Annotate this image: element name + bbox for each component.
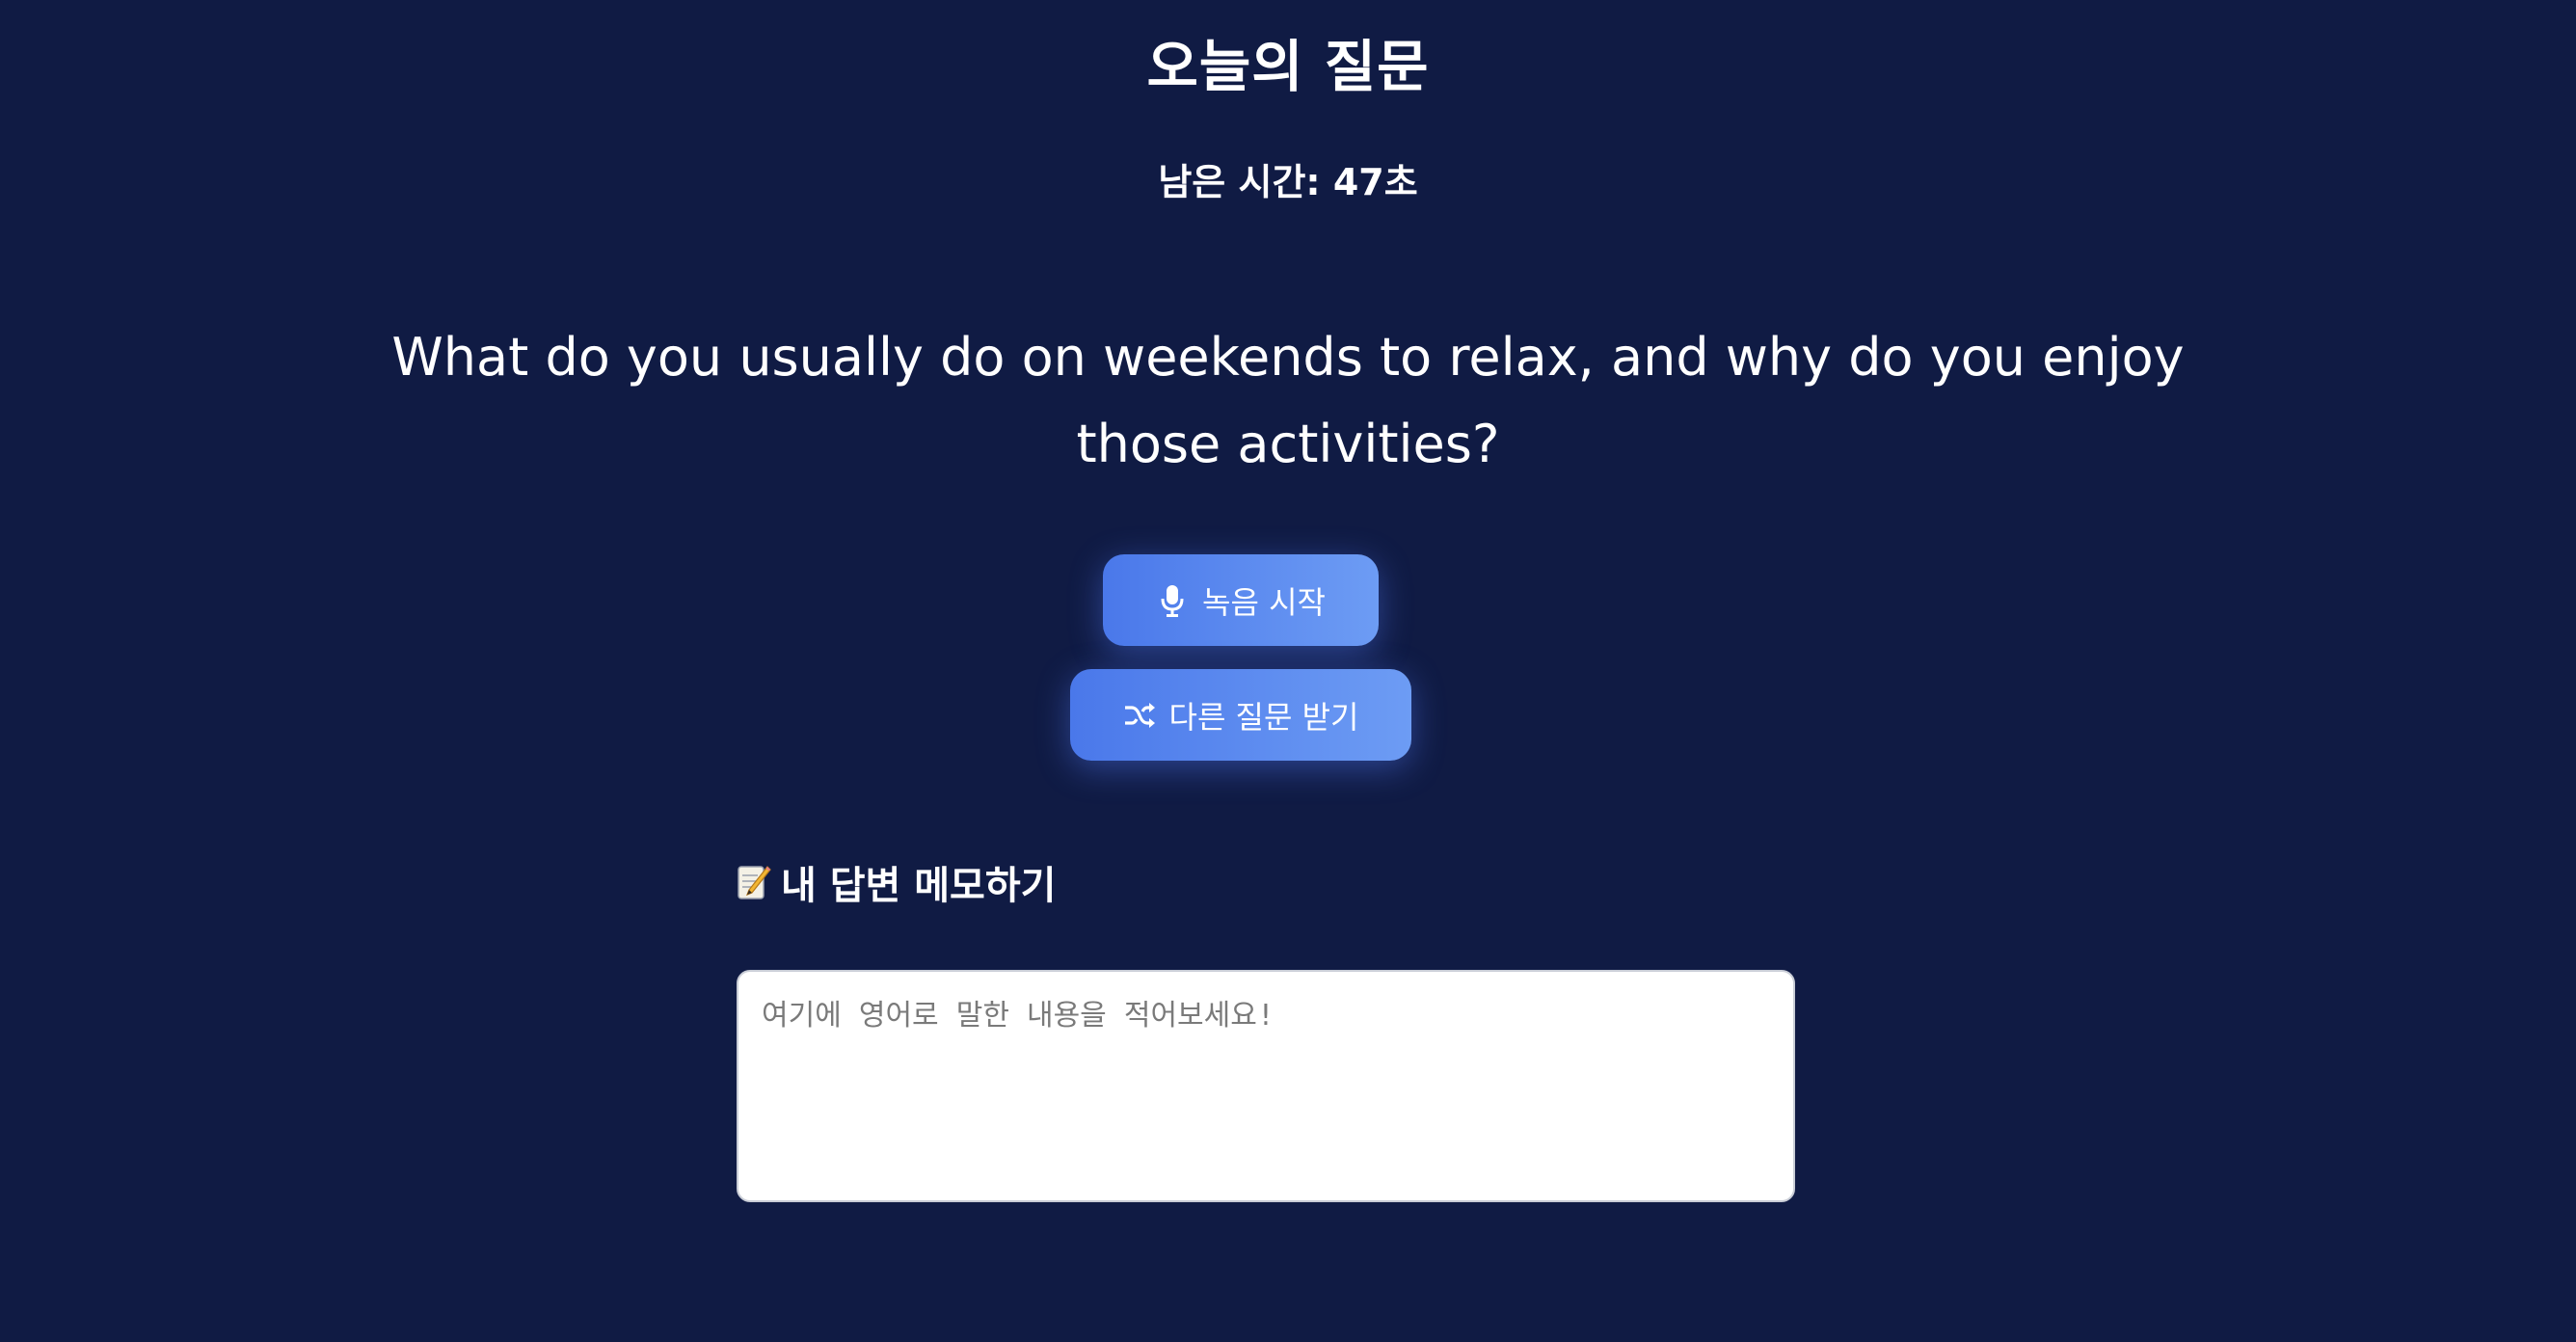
page-title: 오늘의 질문 [1146, 34, 1430, 99]
question-text: What do you usually do on weekends to re… [391, 327, 2185, 474]
start-recording-button[interactable]: 녹음 시작 [1103, 554, 1379, 646]
memo-textarea[interactable] [737, 970, 1795, 1202]
microphone-icon [1156, 584, 1189, 617]
shuffle-icon [1123, 699, 1156, 732]
get-another-question-label: 다른 질문 받기 [1168, 698, 1359, 736]
memo-section-label: 내 답변 메모하기 [737, 854, 1056, 910]
memo-icon [737, 863, 771, 901]
get-another-question-button[interactable]: 다른 질문 받기 [1070, 669, 1411, 761]
start-recording-label: 녹음 시작 [1202, 583, 1326, 621]
countdown-timer: 남은 시간: 47초 [1158, 161, 1418, 203]
memo-section-title: 내 답변 메모하기 [781, 864, 1057, 908]
